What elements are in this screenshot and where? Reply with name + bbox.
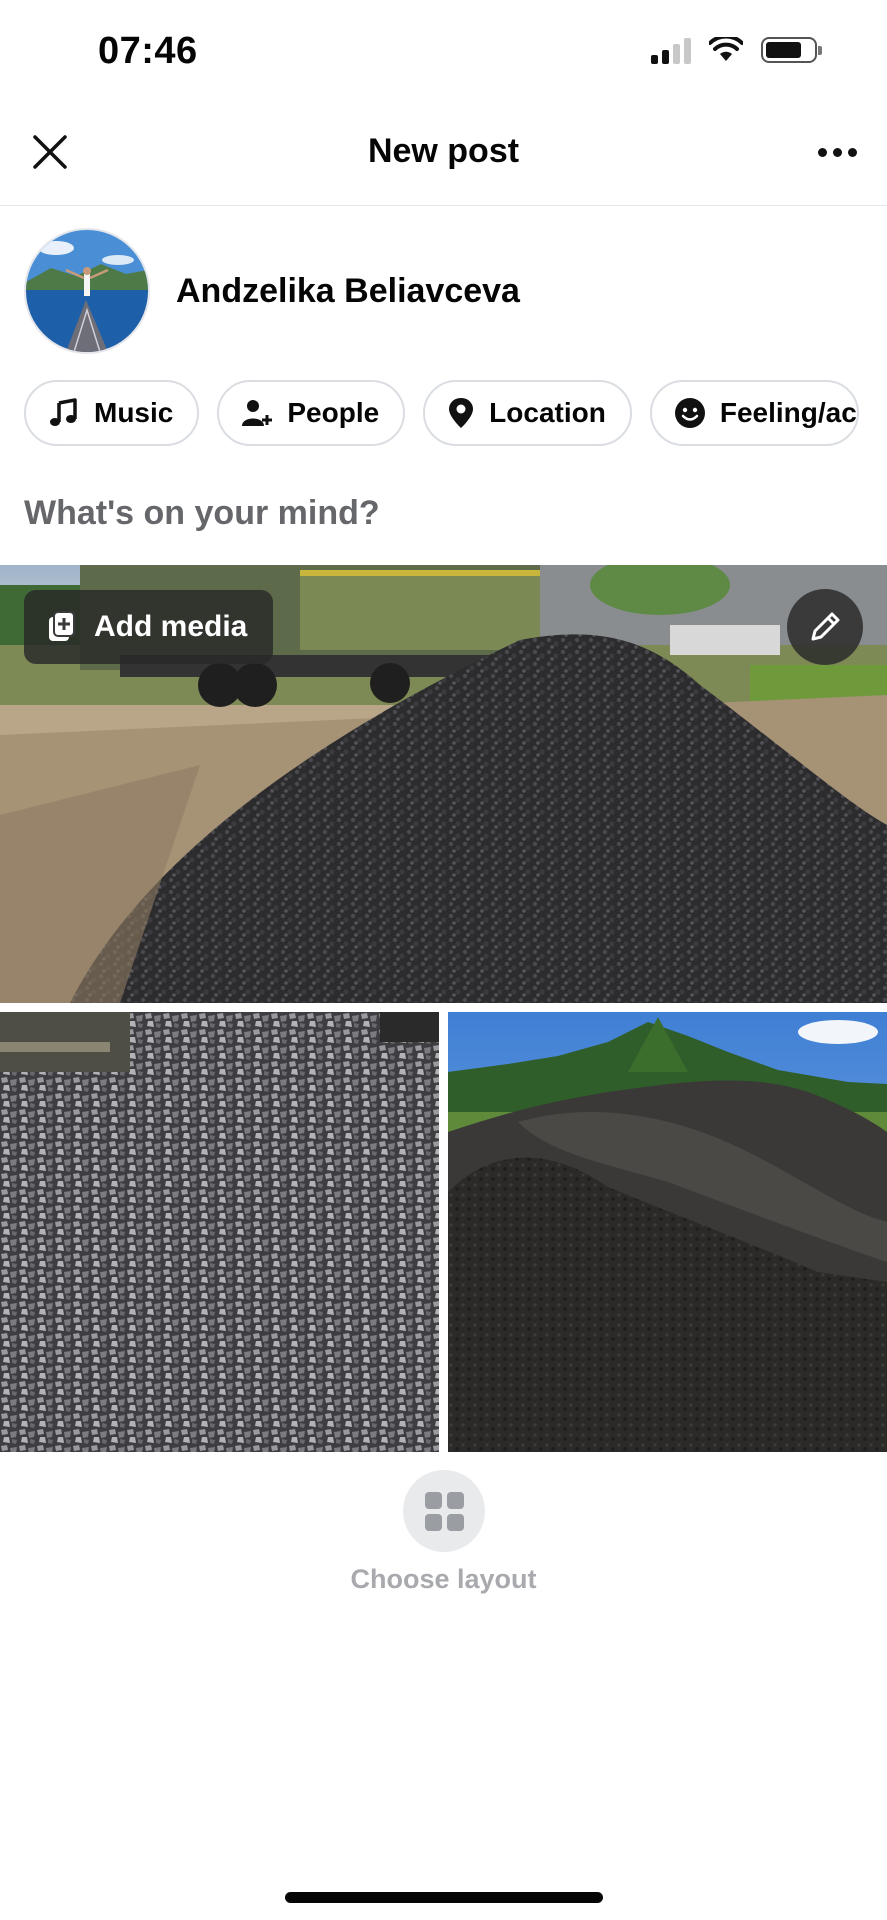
post-author: Andzelika Beliavceva	[24, 228, 520, 354]
more-options-button[interactable]	[807, 128, 867, 176]
photo-gravel-mounds-field[interactable]	[448, 1012, 887, 1452]
feeling-chip-label: Feeling/ac	[719, 397, 857, 428]
music-note-icon	[50, 398, 77, 426]
grid-layout-icon	[424, 1491, 442, 1509]
home-indicator[interactable]	[285, 1892, 603, 1903]
person-add-icon	[242, 400, 273, 426]
add-media-icon	[49, 611, 75, 641]
status-bar: 07:46	[0, 0, 887, 100]
header: New post	[0, 100, 887, 206]
location-pin-icon	[449, 398, 474, 428]
choose-layout-button[interactable]	[403, 1470, 485, 1552]
status-time: 07:46	[98, 30, 198, 72]
add-media-button[interactable]: Add media	[24, 590, 274, 664]
music-chip-label: Music	[94, 397, 174, 428]
location-chip-label: Location	[489, 397, 606, 428]
battery-icon	[761, 37, 822, 63]
composer-input[interactable]: What's on your mind?	[24, 494, 380, 533]
people-chip[interactable]: People	[217, 380, 406, 446]
cellular-signal-icon	[651, 36, 691, 64]
choose-layout-label[interactable]: Choose layout	[0, 1564, 887, 1595]
status-icons	[651, 36, 822, 64]
post-options: Music People Location Feeling/ac	[24, 380, 859, 446]
people-chip-label: People	[287, 397, 380, 428]
edit-media-button[interactable]	[787, 589, 863, 665]
photo-gravel-closeup[interactable]	[0, 1012, 439, 1452]
pencil-icon	[811, 612, 840, 641]
location-chip[interactable]: Location	[423, 380, 632, 446]
avatar[interactable]	[24, 228, 150, 354]
more-horizontal-icon	[817, 147, 827, 157]
add-media-label: Add media	[94, 610, 248, 643]
page-title: New post	[367, 132, 520, 170]
feeling-chip[interactable]: Feeling/ac	[649, 380, 859, 446]
wifi-icon	[709, 37, 743, 61]
author-name: Andzelika Beliavceva	[176, 271, 520, 310]
music-chip[interactable]: Music	[24, 380, 200, 446]
smiley-icon	[674, 398, 705, 428]
